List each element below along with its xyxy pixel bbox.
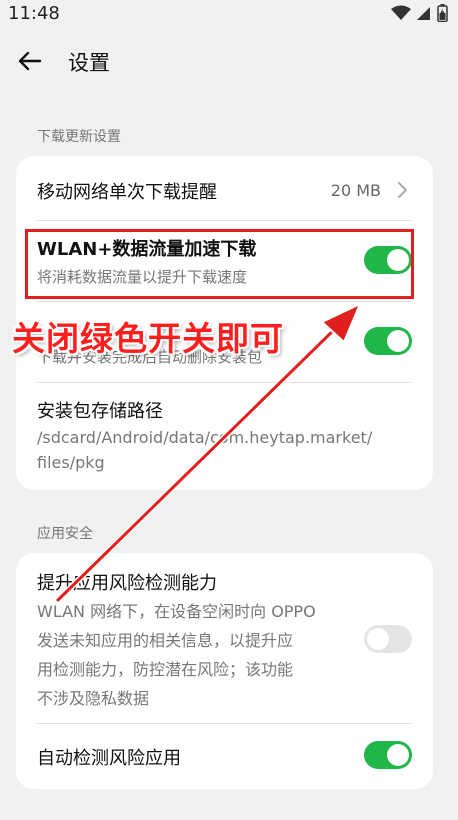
toggle-knob (387, 330, 409, 352)
risk-detect-title: 提升应用风险检测能力 (37, 573, 217, 594)
risk-detect-desc-line2: 发送未知应用的相关信息，以提升应 (37, 631, 294, 650)
mobile-download-reminder-row[interactable]: 移动网络单次下载提醒 20 MB (16, 156, 433, 220)
risk-detect-desc-line1: WLAN 网络下，在设备空闲时向 OPPO (37, 602, 316, 621)
page-title: 设置 (68, 51, 110, 75)
storage-path-title: 安装包存储路径 (37, 401, 163, 422)
auto-check-title: 自动检测风险应用 (37, 748, 181, 769)
status-icons (391, 4, 448, 22)
arrow-left-icon (18, 51, 42, 71)
battery-icon (437, 4, 448, 22)
storage-path-line2: files/pkg (37, 453, 105, 472)
auto-check-row: 自动检测风险应用 (16, 724, 433, 789)
status-bar: 11:48 (0, 0, 458, 30)
annotation-text: 关闭绿色开关即可 (12, 319, 284, 358)
mobile-download-reminder-title: 移动网络单次下载提醒 (37, 182, 217, 203)
chevron-right-icon (398, 182, 407, 198)
storage-path-line1: /sdcard/Android/data/com.heytap.market/ (37, 428, 373, 447)
auto-check-toggle[interactable] (364, 741, 412, 769)
mobile-download-reminder-value: 20 MB (330, 181, 381, 200)
storage-path-row[interactable]: 安装包存储路径 /sdcard/Android/data/com.heytap.… (16, 383, 433, 490)
status-time: 11:48 (8, 3, 60, 24)
risk-detect-desc-line3: 用检测能力，防控潜在风险；该功能 (37, 660, 294, 679)
back-button[interactable] (14, 46, 46, 76)
toggle-knob (367, 628, 389, 650)
wifi-icon (391, 5, 411, 20)
section-label-download: 下载更新设置 (37, 129, 121, 145)
section-label-security: 应用安全 (37, 526, 93, 542)
risk-detect-desc-line4: 不涉及隐私数据 (37, 689, 150, 708)
app-bar: 设置 (0, 38, 458, 84)
risk-detect-row: 提升应用风险检测能力 WLAN 网络下，在设备空闲时向 OPPO 发送未知应用的… (16, 553, 433, 721)
risk-detect-toggle[interactable] (364, 625, 412, 653)
annotation-highlight-box (25, 229, 414, 299)
app-security-card: 提升应用风险检测能力 WLAN 网络下，在设备空闲时向 OPPO 发送未知应用的… (16, 553, 433, 789)
auto-delete-toggle[interactable] (364, 327, 412, 355)
toggle-knob (387, 744, 409, 766)
signal-icon (417, 7, 430, 20)
